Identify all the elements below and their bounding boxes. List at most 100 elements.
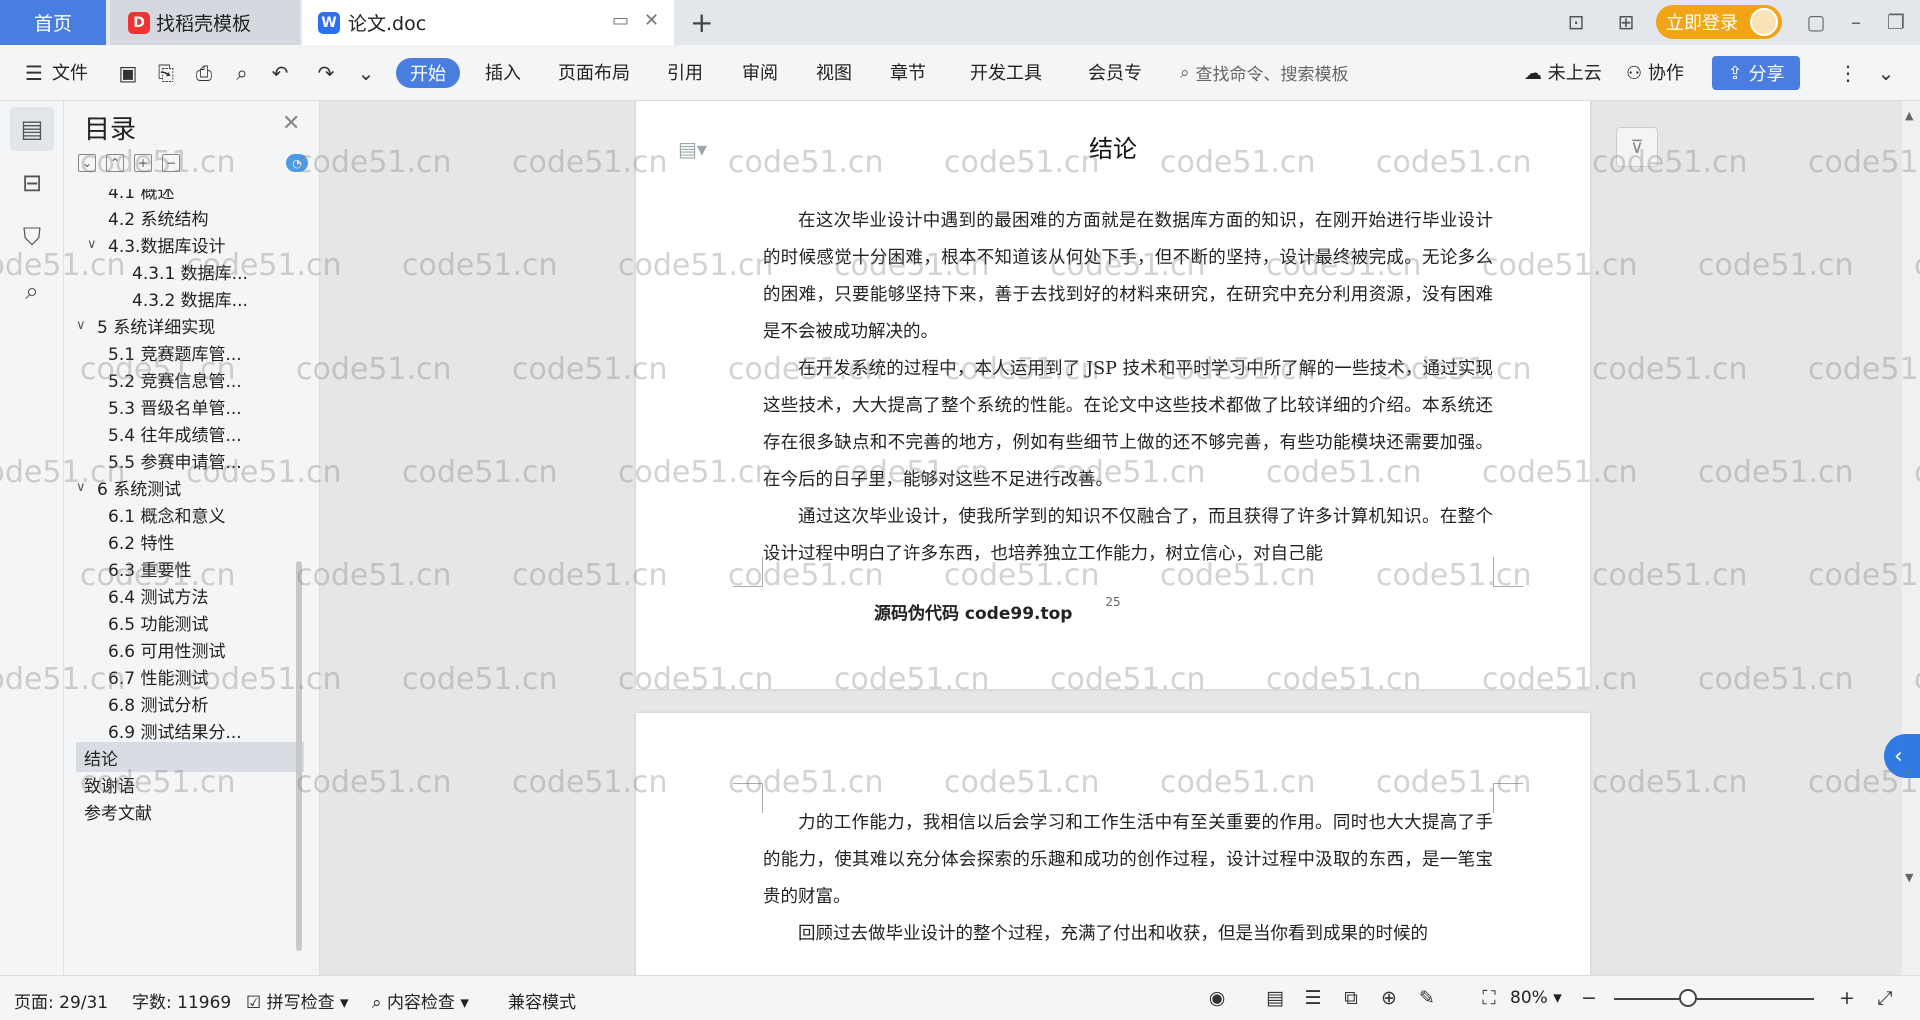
- chevron-down-icon[interactable]: ∨: [76, 318, 94, 333]
- spell-check[interactable]: ☑ 拼写检查 ▾: [246, 988, 349, 1013]
- chevron-down-icon[interactable]: ∨: [87, 237, 105, 252]
- remove-heading-icon[interactable]: −: [162, 154, 180, 172]
- toc-item[interactable]: 5.3 晋级名单管...: [76, 391, 304, 421]
- more-dots-icon[interactable]: ⋮: [1834, 59, 1862, 87]
- outline-icon[interactable]: ⊟: [10, 161, 54, 205]
- toc-item[interactable]: 6.4 测试方法: [76, 580, 304, 610]
- menu-tab-layout[interactable]: 页面布局: [558, 59, 630, 85]
- ai-toc-icon[interactable]: ◔: [286, 154, 308, 172]
- toc-item[interactable]: 6.2 特性: [76, 526, 304, 556]
- document-page[interactable]: 力的工作能力，我相信以后会学习和工作生活中有至关重要的作用。同时也大大提高了手的…: [636, 713, 1590, 975]
- undo-icon[interactable]: ↶: [266, 59, 294, 87]
- read-view-icon[interactable]: ⧉: [1338, 986, 1364, 1010]
- scroll-up-icon[interactable]: ▲: [1905, 109, 1913, 122]
- zoom-out-icon[interactable]: −: [1576, 986, 1602, 1010]
- toc-item[interactable]: 4.3.2 数据库...: [76, 283, 304, 313]
- toc-panel-icon[interactable]: ▤: [10, 107, 54, 151]
- toc-scrollbar[interactable]: [296, 561, 302, 951]
- save-icon[interactable]: ▣: [114, 59, 142, 87]
- toc-item[interactable]: ∨ 5 系统详细实现: [76, 310, 304, 340]
- page-view-icon[interactable]: ▤: [1262, 986, 1288, 1010]
- toc-item[interactable]: 6.3 重要性: [76, 553, 304, 583]
- add-heading-icon[interactable]: +: [134, 154, 152, 172]
- toc-item-label: 6.9 测试结果分...: [108, 722, 242, 743]
- close-icon[interactable]: ✕: [282, 111, 300, 136]
- filter-icon[interactable]: ⊽: [1616, 127, 1658, 167]
- collapse-all-icon[interactable]: ⌄: [78, 154, 96, 172]
- layout-icon[interactable]: ⊡: [1560, 8, 1592, 36]
- fit-page-icon[interactable]: ⛶: [1476, 986, 1502, 1010]
- menu-tab-member[interactable]: 会员专: [1088, 59, 1142, 85]
- collapse-ribbon-icon[interactable]: ⌄: [1872, 59, 1900, 87]
- toc-item[interactable]: 4.3.1 数据库...: [76, 256, 304, 286]
- eye-protect-icon[interactable]: ◉: [1204, 986, 1230, 1010]
- toc-item[interactable]: 6.1 概念和意义: [76, 499, 304, 529]
- hamburger-icon[interactable]: ☰: [20, 59, 48, 87]
- paragraph: 在这次毕业设计中遇到的最困难的方面就是在数据库方面的知识，在刚开始进行毕业设计的…: [763, 211, 1493, 342]
- apps-grid-icon[interactable]: ⊞: [1610, 8, 1642, 36]
- content-check[interactable]: ⌕ 内容检查 ▾: [372, 988, 469, 1013]
- vertical-scrollbar[interactable]: ▲ ▼: [1902, 101, 1920, 975]
- toc-item[interactable]: 6.8 测试分析: [76, 688, 304, 718]
- toc-item[interactable]: 5.2 竞赛信息管...: [76, 364, 304, 394]
- find-icon[interactable]: ⌕: [10, 269, 54, 313]
- word-count[interactable]: 字数: 11969: [132, 988, 231, 1013]
- toc-item[interactable]: 6.6 可用性测试: [76, 634, 304, 664]
- login-button[interactable]: 立即登录: [1656, 5, 1782, 39]
- zoom-slider[interactable]: [1614, 998, 1814, 1000]
- toc-item[interactable]: ∨ 4.3.数据库设计: [76, 229, 304, 259]
- export-icon[interactable]: ⎘: [152, 59, 180, 87]
- tab-document[interactable]: W 论文.doc ▭ ✕: [302, 0, 674, 45]
- menu-tab-reference[interactable]: 引用: [667, 59, 703, 85]
- command-search[interactable]: ⌕ 查找命令、搜索模板: [1180, 60, 1349, 86]
- outline-view-icon[interactable]: ☰: [1300, 986, 1326, 1010]
- zoom-level[interactable]: 80% ▾: [1510, 988, 1562, 1008]
- more-chevron-icon[interactable]: ⌄: [352, 59, 380, 87]
- toc-item[interactable]: 结论: [76, 742, 304, 772]
- toc-item[interactable]: 5.4 往年成绩管...: [76, 418, 304, 448]
- toc-item[interactable]: 5.1 竞赛题库管...: [76, 337, 304, 367]
- bookmark-icon[interactable]: ⛉: [10, 215, 54, 259]
- restore-icon[interactable]: ❐: [1876, 8, 1916, 36]
- minimize-icon[interactable]: –: [1836, 8, 1876, 36]
- fullscreen-icon[interactable]: ⤢: [1872, 986, 1898, 1010]
- menu-tab-chapter[interactable]: 章节: [890, 59, 926, 85]
- expand-up-icon[interactable]: ⌃: [106, 154, 124, 172]
- toc-item[interactable]: 6.5 功能测试: [76, 607, 304, 637]
- cloud-status[interactable]: ☁ 未上云: [1524, 59, 1602, 85]
- toc-item[interactable]: 5.5 参赛申请管...: [76, 445, 304, 475]
- toc-item[interactable]: 4.2 系统结构: [76, 202, 304, 232]
- zoom-in-icon[interactable]: +: [1834, 986, 1860, 1010]
- paragraph: 力的工作能力，我相信以后会学习和工作生活中有至关重要的作用。同时也大大提高了手的…: [763, 813, 1493, 907]
- skin-icon[interactable]: ▢: [1796, 8, 1836, 36]
- toc-item[interactable]: 6.9 测试结果分...: [76, 715, 304, 745]
- scroll-down-icon[interactable]: ▼: [1905, 871, 1913, 884]
- new-tab-button[interactable]: +: [690, 6, 713, 39]
- menu-tab-start[interactable]: 开始: [396, 58, 460, 88]
- web-view-icon[interactable]: ⊕: [1376, 986, 1402, 1010]
- menu-tab-review[interactable]: 审阅: [742, 59, 778, 85]
- toc-item[interactable]: 参考文献: [76, 796, 304, 826]
- file-menu[interactable]: 文件: [52, 59, 88, 85]
- print-icon[interactable]: ⎙: [190, 59, 218, 87]
- side-panel-toggle[interactable]: ‹: [1884, 734, 1920, 778]
- chevron-down-icon[interactable]: ∨: [76, 480, 94, 495]
- toc-item[interactable]: 致谢语: [76, 769, 304, 799]
- collab-button[interactable]: ⚇ 协作: [1626, 59, 1684, 85]
- page-indicator[interactable]: 页面: 29/31: [14, 988, 108, 1013]
- redo-icon[interactable]: ↷: [312, 59, 340, 87]
- pen-icon[interactable]: ✎: [1414, 986, 1440, 1010]
- toc-item[interactable]: 6.7 性能测试: [76, 661, 304, 691]
- toc-item[interactable]: ∨ 6 系统测试: [76, 472, 304, 502]
- share-button[interactable]: ⇪ 分享: [1712, 56, 1800, 90]
- menu-tab-insert[interactable]: 插入: [485, 59, 521, 85]
- menu-tab-devtools[interactable]: 开发工具: [970, 59, 1042, 85]
- close-tab-icon[interactable]: ✕: [644, 10, 659, 31]
- preview-icon[interactable]: ⌕: [228, 59, 256, 87]
- menu-tab-view[interactable]: 视图: [816, 59, 852, 85]
- tab-template[interactable]: D 找稻壳模板: [110, 0, 300, 45]
- zoom-slider-handle[interactable]: [1678, 989, 1697, 1007]
- document-page[interactable]: ▤▾ 结论 在这次毕业设计中遇到的最困难的方面就是在数据库方面的知识，在刚开始进…: [636, 101, 1590, 689]
- monitor-icon[interactable]: ▭: [612, 10, 629, 31]
- tab-home[interactable]: 首页: [0, 0, 106, 45]
